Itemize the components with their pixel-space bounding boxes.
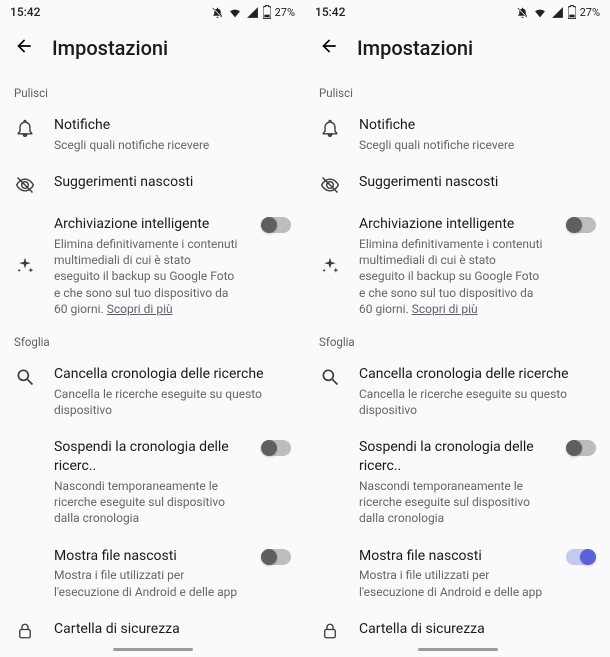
battery-icon: [568, 5, 576, 19]
bell-off-icon: [211, 6, 224, 19]
screenshot-right: 15:42 27% Impostazioni Pulisci Notifiche…: [305, 0, 610, 657]
sparkle-icon: [15, 256, 35, 276]
learn-more-link[interactable]: Scopri di più: [412, 302, 478, 316]
row-show-hidden[interactable]: Mostra file nascosti Mostra i file utili…: [305, 537, 610, 610]
arrow-back-icon: [14, 36, 34, 56]
smart-storage-title: Archiviazione intelligente: [359, 215, 544, 234]
smart-storage-desc: Elimina definitivamente i contenuti mult…: [359, 236, 544, 317]
page-title: Impostazioni: [52, 36, 168, 60]
hidden-suggestions-title: Suggerimenti nascosti: [54, 173, 291, 192]
notifications-title: Notifiche: [54, 116, 291, 135]
show-hidden-title: Mostra file nascosti: [359, 547, 544, 566]
app-bar: Impostazioni: [0, 24, 305, 78]
section-clean: Pulisci: [305, 78, 610, 106]
section-clean: Pulisci: [0, 78, 305, 106]
status-icons: 27%: [516, 5, 600, 19]
smart-storage-title: Archiviazione intelligente: [54, 215, 239, 234]
row-show-hidden[interactable]: Mostra file nascosti Mostra i file utili…: [0, 537, 305, 610]
secure-folder-title: Cartella di sicurezza: [359, 620, 596, 639]
signal-icon: [246, 6, 259, 19]
pause-search-desc: Nascondi temporaneamente le ricerche ese…: [54, 478, 239, 527]
back-button[interactable]: [14, 36, 34, 60]
page-title: Impostazioni: [357, 36, 473, 60]
clear-search-title: Cancella cronologia delle ricerche: [359, 365, 596, 384]
nav-bar[interactable]: [0, 648, 305, 651]
learn-more-link[interactable]: Scopri di più: [107, 302, 173, 316]
bell-icon: [15, 118, 35, 138]
eye-off-icon: [15, 175, 35, 195]
row-notifications[interactable]: Notifiche Scegli quali notifiche ricever…: [305, 106, 610, 163]
pause-search-toggle[interactable]: [566, 440, 596, 456]
row-pause-search[interactable]: Sospendi la cronologia delle ricerc.. Na…: [305, 428, 610, 536]
status-icons: 27%: [211, 5, 295, 19]
row-pause-search[interactable]: Sospendi la cronologia delle ricerc.. Na…: [0, 428, 305, 536]
row-secure-folder[interactable]: Cartella di sicurezza: [0, 610, 305, 650]
clear-search-desc: Cancella le ricerche eseguite su questo …: [54, 386, 291, 418]
status-bar: 15:42 27%: [0, 0, 305, 24]
row-hidden-suggestions[interactable]: Suggerimenti nascosti: [305, 163, 610, 205]
row-clear-search[interactable]: Cancella cronologia delle ricerche Cance…: [305, 355, 610, 428]
row-notifications[interactable]: Notifiche Scegli quali notifiche ricever…: [0, 106, 305, 163]
smart-storage-desc: Elimina definitivamente i contenuti mult…: [54, 236, 239, 317]
row-hidden-suggestions[interactable]: Suggerimenti nascosti: [0, 163, 305, 205]
wifi-icon: [228, 6, 242, 19]
section-browse: Sfoglia: [0, 327, 305, 355]
app-bar: Impostazioni: [305, 24, 610, 78]
row-clear-search[interactable]: Cancella cronologia delle ricerche Cance…: [0, 355, 305, 428]
bell-off-icon: [516, 6, 529, 19]
pause-search-toggle[interactable]: [261, 440, 291, 456]
row-smart-storage[interactable]: Archiviazione intelligente Elimina defin…: [305, 205, 610, 327]
sparkle-icon: [320, 256, 340, 276]
wifi-icon: [533, 6, 547, 19]
battery-percent: 27%: [275, 6, 295, 19]
screenshot-left: 15:42 27% Impostazioni Pulisci Notifiche…: [0, 0, 305, 657]
nav-bar[interactable]: [305, 648, 610, 651]
lock-icon: [321, 622, 339, 640]
smart-storage-toggle[interactable]: [261, 217, 291, 233]
eye-off-icon: [320, 175, 340, 195]
show-hidden-toggle[interactable]: [566, 549, 596, 565]
bell-icon: [320, 118, 340, 138]
row-secure-folder[interactable]: Cartella di sicurezza: [305, 610, 610, 650]
pause-search-desc: Nascondi temporaneamente le ricerche ese…: [359, 478, 544, 527]
notifications-desc: Scegli quali notifiche ricevere: [359, 137, 596, 153]
hidden-suggestions-title: Suggerimenti nascosti: [359, 173, 596, 192]
status-time: 15:42: [10, 5, 40, 19]
search-icon: [15, 367, 35, 387]
pause-search-title: Sospendi la cronologia delle ricerc..: [359, 438, 544, 476]
signal-icon: [551, 6, 564, 19]
status-time: 15:42: [315, 5, 345, 19]
show-hidden-desc: Mostra i file utilizzati per l'esecuzion…: [359, 567, 544, 599]
search-icon: [320, 367, 340, 387]
clear-search-title: Cancella cronologia delle ricerche: [54, 365, 291, 384]
battery-percent: 27%: [580, 6, 600, 19]
notifications-title: Notifiche: [359, 116, 596, 135]
secure-folder-title: Cartella di sicurezza: [54, 620, 291, 639]
back-button[interactable]: [319, 36, 339, 60]
show-hidden-toggle[interactable]: [261, 549, 291, 565]
status-bar: 15:42 27%: [305, 0, 610, 24]
section-browse: Sfoglia: [305, 327, 610, 355]
nav-handle-icon: [113, 648, 193, 651]
show-hidden-title: Mostra file nascosti: [54, 547, 239, 566]
show-hidden-desc: Mostra i file utilizzati per l'esecuzion…: [54, 567, 239, 599]
battery-icon: [263, 5, 271, 19]
smart-storage-toggle[interactable]: [566, 217, 596, 233]
row-smart-storage[interactable]: Archiviazione intelligente Elimina defin…: [0, 205, 305, 327]
notifications-desc: Scegli quali notifiche ricevere: [54, 137, 291, 153]
arrow-back-icon: [319, 36, 339, 56]
nav-handle-icon: [418, 648, 498, 651]
clear-search-desc: Cancella le ricerche eseguite su questo …: [359, 386, 596, 418]
lock-icon: [16, 622, 34, 640]
pause-search-title: Sospendi la cronologia delle ricerc..: [54, 438, 239, 476]
